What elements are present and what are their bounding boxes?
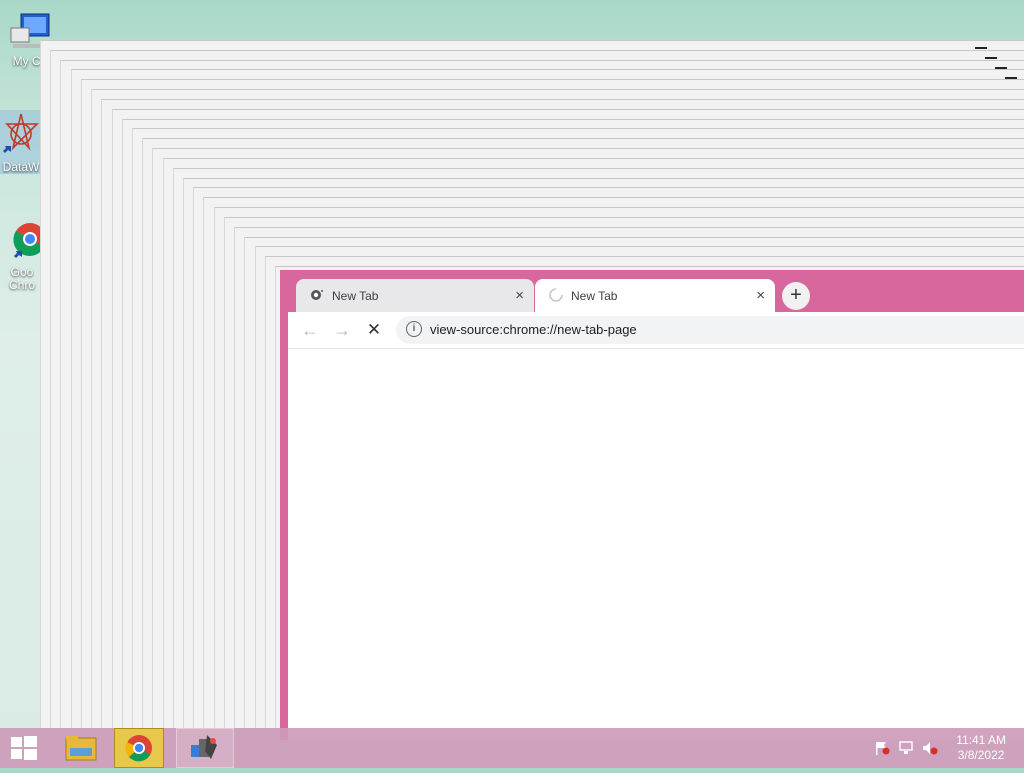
volume-muted-icon[interactable] xyxy=(922,741,938,755)
tab-close-icon[interactable]: × xyxy=(756,287,765,304)
windows-logo-icon xyxy=(11,736,37,760)
address-text[interactable]: view-source:chrome://new-tab-page xyxy=(430,322,637,337)
taskbar-file-explorer[interactable] xyxy=(56,728,106,768)
taskbar: 11:41 AM 3/8/2022 xyxy=(0,728,1024,768)
loading-spinner-icon xyxy=(549,288,563,302)
tab-title: New Tab xyxy=(332,289,379,303)
network-icon[interactable] xyxy=(898,741,914,755)
clock-time: 11:41 AM xyxy=(956,733,1006,747)
desktop-icon-label: DataW xyxy=(2,160,40,174)
clock-date: 3/8/2022 xyxy=(957,748,1005,762)
desktop-icon-datawrapper[interactable]: DataW xyxy=(0,110,42,174)
forward-button[interactable]: → xyxy=(330,318,354,342)
page-content[interactable] xyxy=(288,349,1024,740)
chrome-icon xyxy=(125,735,152,762)
browser-window[interactable]: New Tab × New Tab × + ← → ✕ i view-sourc… xyxy=(280,270,1024,740)
desktop-icon-label: Goo Chro xyxy=(8,265,35,292)
tab-close-icon[interactable]: × xyxy=(515,287,524,304)
tab-title: New Tab xyxy=(571,289,618,303)
new-tab-button[interactable]: + xyxy=(782,282,810,310)
stop-loading-button[interactable]: ✕ xyxy=(362,318,386,342)
window-trail-minimize-icon xyxy=(995,67,1007,69)
start-button[interactable] xyxy=(0,728,48,768)
tab-new-tab-1[interactable]: New Tab × xyxy=(296,279,534,312)
info-icon[interactable]: i xyxy=(406,321,422,337)
taskbar-app[interactable] xyxy=(176,728,234,768)
system-clock[interactable]: 11:41 AM 3/8/2022 xyxy=(956,733,1006,763)
window-trail-minimize-icon xyxy=(985,57,997,59)
datawrapper-logo-icon xyxy=(3,113,39,153)
folder-icon xyxy=(65,736,97,761)
back-button[interactable]: ← xyxy=(298,318,322,342)
app-tool-icon xyxy=(191,735,217,759)
window-trail-minimize-icon xyxy=(975,47,987,49)
taskbar-google-chrome[interactable] xyxy=(114,728,164,768)
window-trail-minimize-icon xyxy=(1005,77,1017,79)
tab-new-tab-2[interactable]: New Tab × xyxy=(535,279,775,312)
action-center-flag-icon[interactable] xyxy=(874,741,890,755)
browser-toolbar: ← → ✕ i view-source:chrome://new-tab-pag… xyxy=(288,312,1024,349)
tab-strip: New Tab × New Tab × + xyxy=(280,270,1024,312)
address-bar[interactable]: i view-source:chrome://new-tab-page xyxy=(396,316,1024,344)
desktop-icon-google-chrome[interactable]: Goo Chro xyxy=(0,215,46,292)
chrome-icon xyxy=(13,223,46,258)
chrome-favicon-icon xyxy=(311,290,323,300)
